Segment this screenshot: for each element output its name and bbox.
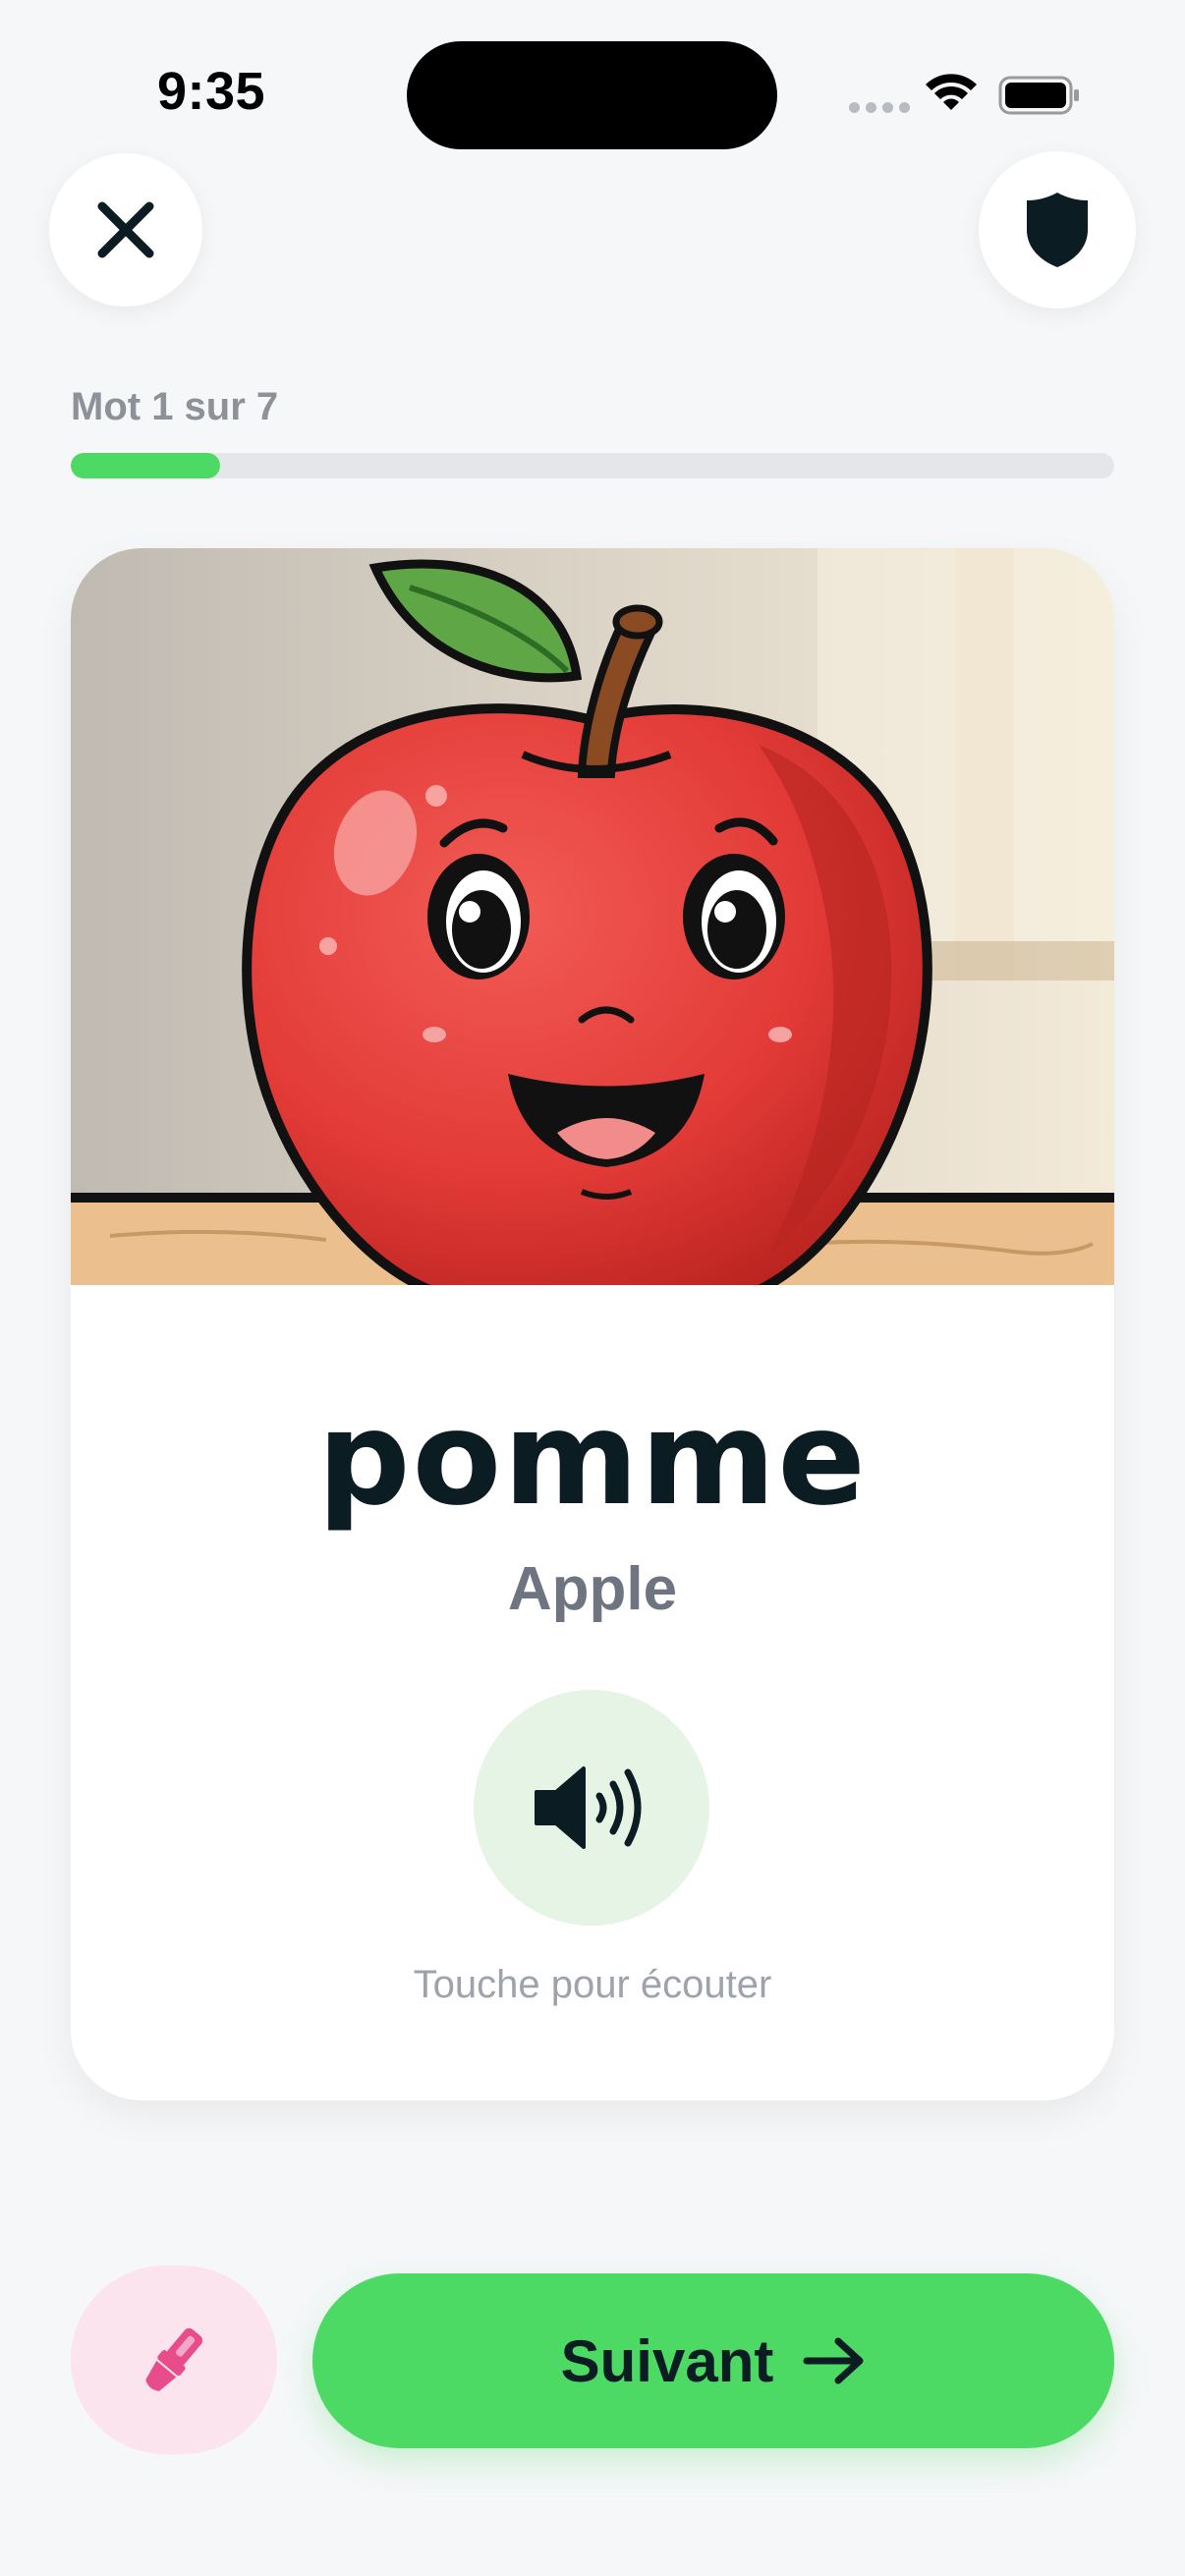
status-time: 9:35 bbox=[157, 62, 266, 121]
shield-icon bbox=[1027, 193, 1088, 267]
word-french: pomme bbox=[317, 1383, 868, 1535]
close-button[interactable] bbox=[49, 153, 202, 307]
shield-button[interactable] bbox=[979, 151, 1136, 308]
progress-bar bbox=[71, 453, 1114, 478]
audio-hint: Touche pour écouter bbox=[413, 1963, 772, 2006]
progress-label: Mot 1 sur 7 bbox=[71, 385, 279, 428]
customize-button[interactable] bbox=[71, 2266, 277, 2454]
battery-icon bbox=[998, 76, 1079, 115]
cellular-signal-icon bbox=[849, 102, 910, 113]
wifi-icon bbox=[926, 74, 977, 110]
flashcard-screen: 9:35 Mot 1 sur 7 pomme Apple Touche pour… bbox=[0, 0, 1185, 2576]
next-button-label: Suivant bbox=[560, 2327, 774, 2394]
word-translation: Apple bbox=[507, 1555, 678, 1623]
close-icon bbox=[97, 201, 154, 258]
paintbrush-icon bbox=[145, 2327, 203, 2391]
arrow-right-icon bbox=[803, 2337, 864, 2384]
next-button[interactable]: Suivant bbox=[312, 2273, 1114, 2448]
dynamic-island bbox=[407, 41, 777, 149]
play-audio-button[interactable] bbox=[474, 1690, 709, 1926]
flashcard: pomme Apple Touche pour écouter bbox=[71, 548, 1114, 2100]
speaker-icon bbox=[535, 1766, 642, 1849]
progress-fill bbox=[71, 453, 220, 478]
apple-illustration bbox=[71, 548, 1114, 1285]
